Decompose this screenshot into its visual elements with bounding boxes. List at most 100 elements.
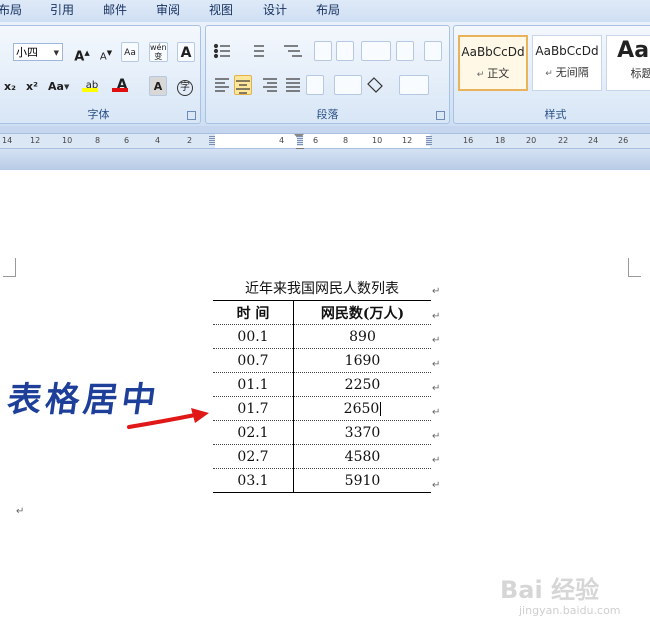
- row-end-mark: ↵: [432, 480, 441, 491]
- styles-group: AaBbCcDd ↵ 正文 AaBbCcDd ↵ 无间隔 AaB 标题 样式: [453, 25, 650, 124]
- paragraph-group-label: 段落: [316, 108, 339, 121]
- style-heading[interactable]: AaB 标题: [606, 35, 650, 91]
- show-hide-marks-button[interactable]: [424, 41, 442, 61]
- eraser-icon: Aa: [124, 48, 136, 58]
- table-row: 01.7 2650: [213, 396, 431, 421]
- column-marker-left[interactable]: [209, 136, 215, 146]
- crop-mark-left: [3, 258, 16, 277]
- asian-layout-button[interactable]: [361, 41, 391, 61]
- tab-table-layout[interactable]: 布局: [316, 3, 340, 17]
- tab-mailings[interactable]: 邮件: [103, 3, 127, 17]
- shading-button[interactable]: [366, 75, 396, 95]
- row-end-mark: ↵: [432, 335, 441, 346]
- multilevel-list-button[interactable]: [280, 41, 310, 61]
- cell-time[interactable]: 02.1: [213, 420, 294, 445]
- paragraph-mark: ↵: [432, 286, 441, 297]
- table-row: 00.7 1690: [213, 348, 431, 373]
- horizontal-ruler: 14 12 10 8 6 4 2 4 6 8 10 12 16 18 20 22…: [0, 126, 650, 170]
- decrease-indent-button[interactable]: [314, 41, 332, 61]
- highlight-button[interactable]: ab: [79, 74, 105, 94]
- table-row: 02.1 3370: [213, 420, 431, 445]
- subscript-button[interactable]: x₂: [1, 76, 19, 96]
- cell-time[interactable]: 00.1: [213, 324, 294, 349]
- shrink-font-button[interactable]: A▼: [97, 42, 115, 62]
- tab-review[interactable]: 审阅: [156, 3, 180, 17]
- clear-format-button[interactable]: Aa: [121, 42, 139, 62]
- watermark-url: jingyan.baidu.com: [519, 604, 621, 617]
- borders-button[interactable]: [399, 75, 429, 95]
- style-normal[interactable]: AaBbCcDd ↵ 正文: [458, 35, 528, 91]
- styles-group-label: 样式: [544, 108, 567, 121]
- bullets-button[interactable]: [212, 41, 242, 61]
- numbering-button[interactable]: [248, 41, 278, 61]
- column-marker-middle[interactable]: [297, 136, 303, 146]
- cell-value[interactable]: 1690: [293, 348, 431, 373]
- row-end-mark: ↵: [432, 407, 441, 418]
- grow-font-button[interactable]: A▲: [73, 42, 91, 64]
- font-color-bar: [112, 88, 128, 92]
- cell-value[interactable]: 2250: [293, 372, 431, 397]
- tab-view[interactable]: 视图: [209, 3, 233, 17]
- cell-time[interactable]: 03.1: [213, 468, 294, 493]
- font-group-label: 字体: [87, 108, 110, 121]
- enclose-char-icon: 字: [177, 80, 193, 96]
- font-dialog-launcher[interactable]: [187, 111, 196, 120]
- text-cursor: [380, 401, 382, 416]
- phonetic-guide-button[interactable]: wén 变: [149, 42, 168, 62]
- cell-value[interactable]: 3370: [293, 420, 431, 445]
- align-left-button[interactable]: [212, 75, 230, 95]
- column-marker-right[interactable]: [426, 136, 432, 146]
- header-netizens[interactable]: 网民数(万人): [293, 301, 431, 325]
- align-center-icon: [236, 80, 250, 94]
- char-shading-button[interactable]: A: [149, 76, 167, 96]
- paragraph-group: 段落: [205, 25, 450, 124]
- table-row: 00.1 890: [213, 324, 431, 349]
- watermark-logo: Bai 经验: [500, 576, 600, 604]
- enclose-char-button[interactable]: 字: [176, 76, 194, 96]
- tab-references[interactable]: 引用: [50, 3, 74, 17]
- paragraph-dialog-launcher[interactable]: [436, 111, 445, 120]
- align-center-button[interactable]: [234, 75, 252, 95]
- table-row: 03.1 5910: [213, 468, 431, 493]
- tab-layout[interactable]: 布局: [0, 3, 22, 17]
- header-time[interactable]: 时 间: [213, 301, 294, 325]
- distribute-button[interactable]: [306, 75, 324, 95]
- row-end-mark: ↵: [432, 383, 441, 394]
- increase-indent-button[interactable]: [336, 41, 354, 61]
- cell-value[interactable]: 4580: [293, 444, 431, 469]
- char-border-button[interactable]: A: [177, 42, 195, 62]
- sort-button[interactable]: [396, 41, 414, 61]
- end-paragraph-mark: ↵: [16, 506, 25, 517]
- crop-mark-right: [628, 258, 641, 277]
- change-case-button[interactable]: Aa▼: [47, 76, 70, 96]
- cell-time[interactable]: 01.1: [213, 372, 294, 397]
- ribbon: 小四 ▼ A▲ A▼ Aa wén 变 A x₂ x² Aa▼ ab A A 字 字…: [0, 22, 650, 126]
- row-end-mark: ↵: [432, 455, 441, 466]
- row-end-mark: ↵: [432, 311, 441, 322]
- row-end-mark: ↵: [432, 359, 441, 370]
- phonetic-icon: wén: [150, 43, 167, 52]
- style-no-spacing[interactable]: AaBbCcDd ↵ 无间隔: [532, 35, 602, 91]
- cell-value[interactable]: 2650: [293, 396, 431, 421]
- font-size-select[interactable]: 小四 ▼: [13, 43, 63, 61]
- align-right-button[interactable]: [260, 75, 278, 95]
- ribbon-tab-bar: 布局 引用 邮件 审阅 视图 设计 布局: [0, 0, 650, 23]
- cell-value[interactable]: 5910: [293, 468, 431, 493]
- table-caption: 近年来我国网民人数列表: [213, 278, 431, 301]
- cell-time[interactable]: 00.7: [213, 348, 294, 373]
- tab-design[interactable]: 设计: [263, 3, 287, 17]
- superscript-button[interactable]: x²: [23, 76, 41, 96]
- cell-time[interactable]: 02.7: [213, 444, 294, 469]
- table-row: 01.1 2250: [213, 372, 431, 397]
- justify-button[interactable]: [283, 75, 301, 95]
- line-spacing-button[interactable]: [334, 75, 362, 95]
- cell-value[interactable]: 890: [293, 324, 431, 349]
- highlight-color-bar: [82, 88, 98, 92]
- font-group: 小四 ▼ A▲ A▼ Aa wén 变 A x₂ x² Aa▼ ab A A 字 字…: [0, 25, 201, 124]
- ruler-text-area: [215, 134, 430, 148]
- font-color-button[interactable]: A: [109, 74, 135, 94]
- cell-time[interactable]: 01.7: [213, 396, 294, 421]
- row-end-mark: ↵: [432, 431, 441, 442]
- population-table[interactable]: 近年来我国网民人数列表 时 间 网民数(万人) 00.1 890 00.7 1690…: [213, 278, 431, 493]
- table-header-row: 时 间 网民数(万人): [213, 301, 431, 325]
